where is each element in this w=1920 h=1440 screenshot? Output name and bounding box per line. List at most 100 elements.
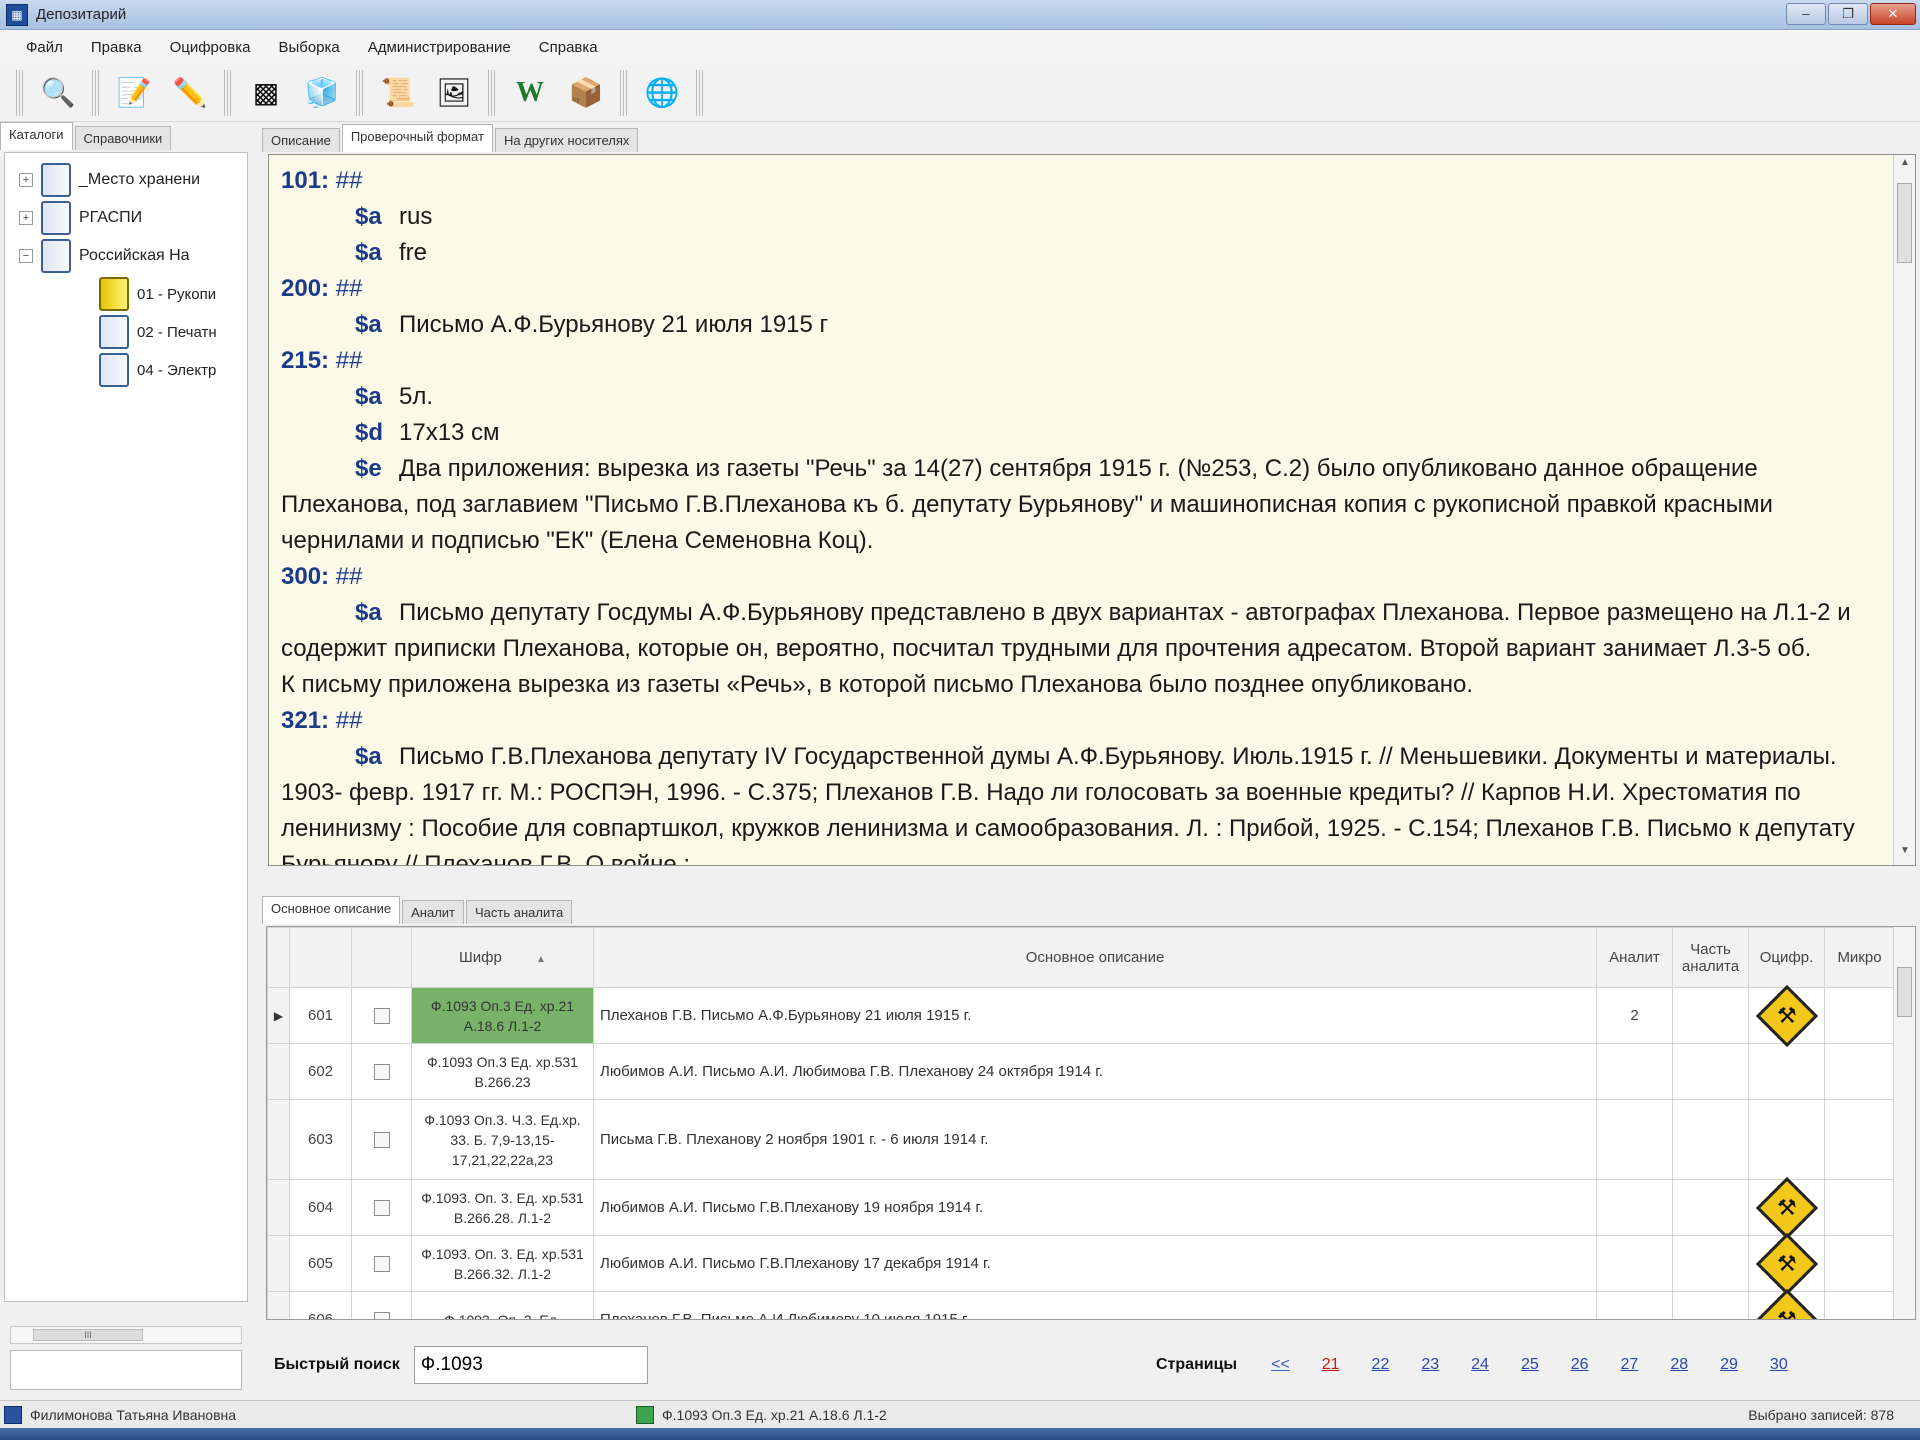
menu-help[interactable]: Справка bbox=[525, 39, 612, 56]
row-checkbox[interactable] bbox=[373, 1311, 390, 1319]
scroll-thumb[interactable] bbox=[1897, 183, 1912, 263]
row-checkbox[interactable] bbox=[373, 1255, 390, 1272]
tab-analit-part[interactable]: Часть аналита bbox=[466, 900, 573, 924]
tree-label: 04 - Электр bbox=[137, 361, 217, 379]
page-link-current[interactable]: 21 bbox=[1322, 1356, 1340, 1374]
cube-icon[interactable]: 🧊 bbox=[298, 69, 346, 117]
menu-file[interactable]: Файл bbox=[12, 39, 77, 56]
scroll-icon[interactable]: 📜 bbox=[374, 69, 422, 117]
column-header-analit[interactable]: Аналит bbox=[1596, 927, 1673, 988]
page-link[interactable]: 23 bbox=[1421, 1356, 1439, 1374]
grid-pattern-icon[interactable]: ▩ bbox=[242, 69, 290, 117]
grid-vertical-scrollbar[interactable] bbox=[1893, 927, 1915, 1319]
column-header-micro[interactable]: Микро bbox=[1824, 927, 1895, 988]
row-checkbox[interactable] bbox=[373, 1007, 390, 1024]
tab-other-media[interactable]: На других носителях bbox=[494, 128, 639, 152]
menu-digitize[interactable]: Оцифровка bbox=[156, 39, 265, 56]
tree-filter-input[interactable] bbox=[10, 1350, 242, 1390]
page-link[interactable]: 22 bbox=[1372, 1356, 1390, 1374]
tree-node-manuscripts[interactable]: 01 - Рукопи bbox=[99, 277, 216, 311]
row-checkbox[interactable] bbox=[373, 1063, 390, 1080]
records-grid: Шифр ▲ Основное описание Аналит Часть ан… bbox=[266, 926, 1916, 1320]
scroll-thumb[interactable] bbox=[1897, 967, 1912, 1017]
column-header-cipher[interactable]: Шифр ▲ bbox=[411, 927, 594, 988]
minimize-button[interactable]: – bbox=[1786, 3, 1826, 25]
menu-bar: Файл Правка Оцифровка Выборка Администри… bbox=[0, 30, 1920, 64]
column-header-analit-part[interactable]: Часть аналита bbox=[1672, 927, 1749, 988]
row-cipher: Ф.1093. Оп. 3. Ед. хр.531 В.266.32. Л.1-… bbox=[411, 1235, 594, 1292]
collapse-icon[interactable]: − bbox=[19, 249, 33, 263]
digitized-icon[interactable]: ⚒ bbox=[1755, 1176, 1818, 1239]
tab-catalogs[interactable]: Каталоги bbox=[0, 122, 73, 150]
row-checkbox[interactable] bbox=[373, 1199, 390, 1216]
edit-record-icon[interactable]: ✏️ bbox=[166, 69, 214, 117]
page-link[interactable]: 29 bbox=[1720, 1356, 1738, 1374]
tab-check-format[interactable]: Проверочный формат bbox=[341, 124, 493, 152]
subfield-value: fre bbox=[399, 239, 428, 266]
digitized-icon[interactable]: ⚒ bbox=[1755, 1232, 1818, 1295]
expand-icon[interactable]: + bbox=[19, 211, 33, 225]
field-tag: 215: bbox=[281, 347, 330, 374]
expand-icon[interactable]: + bbox=[19, 173, 33, 187]
picture-icon[interactable]: 🖼 bbox=[430, 69, 478, 117]
status-selected-count: Выбрано записей: 878 bbox=[1748, 1406, 1894, 1423]
page-link[interactable]: 30 bbox=[1770, 1356, 1788, 1374]
row-cipher: Ф.1093 Оп.3 Ед. хр.531 В.266.23 bbox=[411, 1043, 594, 1100]
menu-edit[interactable]: Правка bbox=[77, 39, 156, 56]
digitized-icon[interactable]: ⚒ bbox=[1755, 984, 1818, 1047]
search-icon[interactable]: 🔍 bbox=[34, 69, 82, 117]
menu-selection[interactable]: Выборка bbox=[264, 39, 353, 56]
word-icon[interactable]: W bbox=[506, 69, 554, 117]
row-analit bbox=[1596, 1235, 1673, 1292]
tab-analit[interactable]: Аналит bbox=[402, 900, 465, 924]
row-checkbox[interactable] bbox=[373, 1131, 390, 1148]
page-link[interactable]: 28 bbox=[1670, 1356, 1688, 1374]
maximize-button[interactable]: ❐ bbox=[1828, 3, 1868, 25]
page-first-link[interactable]: << bbox=[1271, 1356, 1290, 1374]
page-link[interactable]: 25 bbox=[1521, 1356, 1539, 1374]
field-indicator: ## bbox=[335, 563, 363, 590]
tab-main-description[interactable]: Основное описание bbox=[262, 896, 401, 924]
page-link[interactable]: 24 bbox=[1471, 1356, 1489, 1374]
globe-icon[interactable]: 🌐 bbox=[638, 69, 686, 117]
package-add-icon[interactable]: 📦 bbox=[562, 69, 610, 117]
tab-description[interactable]: Описание bbox=[262, 128, 340, 152]
taskbar bbox=[0, 1428, 1920, 1440]
table-row[interactable]: ▶ 601 Ф.1093 Оп.3 Ед. хр.21 А.18.6 Л.1-2… bbox=[267, 984, 1895, 1047]
column-header-digitized[interactable]: Оцифр. bbox=[1748, 927, 1825, 988]
row-number: 602 bbox=[289, 1043, 352, 1100]
page-link[interactable]: 26 bbox=[1571, 1356, 1589, 1374]
table-row[interactable]: 604 Ф.1093. Оп. 3. Ед. хр.531 В.266.28. … bbox=[267, 1176, 1895, 1239]
table-row[interactable]: 606 Ф.1093. Оп. 3. Ед. Плеханов Г.В. Пис… bbox=[267, 1288, 1895, 1319]
subfield-value: Два приложения: вырезка из газеты "Речь"… bbox=[281, 455, 1773, 554]
column-header-description[interactable]: Основное описание bbox=[593, 927, 1597, 988]
tree-node-storage[interactable]: + _Место хранени bbox=[19, 163, 200, 197]
status-user: Филимонова Татьяна Ивановна bbox=[30, 1406, 237, 1423]
menu-admin[interactable]: Администрирование bbox=[354, 39, 525, 56]
tree-node-rgaspi[interactable]: + РГАСПИ bbox=[19, 201, 142, 235]
add-record-icon[interactable]: 📝 bbox=[110, 69, 158, 117]
scroll-down-icon[interactable]: ▼ bbox=[1894, 845, 1915, 863]
scroll-up-icon[interactable]: ▲ bbox=[1894, 157, 1915, 175]
title-bar: ▦ Депозитарий – ❐ ✕ bbox=[0, 0, 1920, 30]
digitized-icon[interactable]: ⚒ bbox=[1755, 1288, 1818, 1319]
editor-vertical-scrollbar[interactable]: ▲ ▼ bbox=[1893, 155, 1915, 865]
tree-node-printed[interactable]: 02 - Печатн bbox=[99, 315, 217, 349]
table-row[interactable]: 602 Ф.1093 Оп.3 Ед. хр.531 В.266.23 Люби… bbox=[267, 1043, 1895, 1100]
tree-horizontal-scrollbar[interactable]: III bbox=[10, 1326, 242, 1344]
subfield-code: $e bbox=[355, 455, 382, 482]
column-header-number bbox=[289, 927, 352, 988]
tree-node-electronic[interactable]: 04 - Электр bbox=[99, 353, 216, 387]
table-row[interactable]: 605 Ф.1093. Оп. 3. Ед. хр.531 В.266.32. … bbox=[267, 1232, 1895, 1295]
table-row[interactable]: 603 Ф.1093 Оп.3. Ч.3. Ед.хр. 33. Б. 7,9-… bbox=[267, 1099, 1895, 1180]
close-button[interactable]: ✕ bbox=[1870, 3, 1916, 25]
page-link[interactable]: 27 bbox=[1621, 1356, 1639, 1374]
tree-node-russian[interactable]: − Российская На bbox=[19, 239, 190, 273]
field-tag: 200: bbox=[281, 275, 330, 302]
tab-references[interactable]: Справочники bbox=[74, 126, 172, 150]
record-editor[interactable]: 101: ## $a rus $a fre 200: ## $a Письмо А.Ф… bbox=[268, 154, 1916, 866]
field-indicator: ## bbox=[335, 347, 363, 374]
scroll-thumb[interactable]: III bbox=[33, 1329, 143, 1341]
toolbar-separator bbox=[16, 69, 24, 116]
quick-search-input[interactable] bbox=[413, 1346, 648, 1384]
